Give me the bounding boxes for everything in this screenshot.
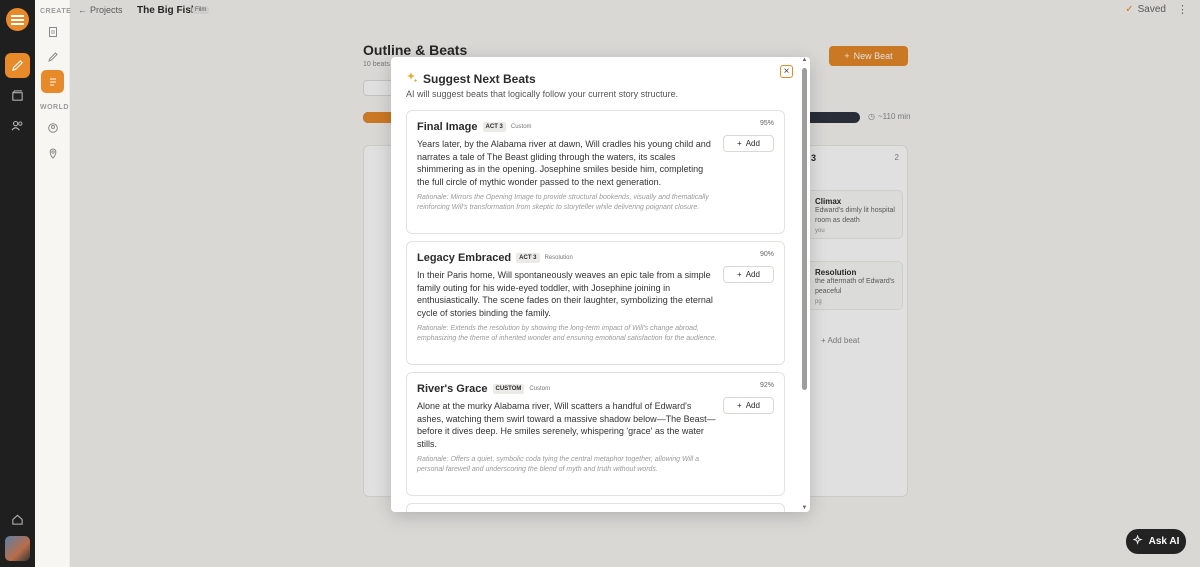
- suggestion-name: River's Grace: [417, 383, 488, 395]
- logo-icon[interactable]: [6, 8, 29, 31]
- pen-icon[interactable]: [5, 53, 30, 78]
- scroll-down-icon[interactable]: ▼: [801, 505, 808, 511]
- suggestion-rationale: Rationale: Mirrors the Opening Image to …: [417, 194, 709, 211]
- act-badge: ACT 3: [516, 253, 540, 263]
- edit-icon[interactable]: [41, 45, 64, 68]
- film-icon[interactable]: [5, 83, 30, 108]
- sparkle-icon: [1132, 533, 1144, 549]
- suggestion-header: Legacy Embraced ACT 3 Resolution: [417, 252, 573, 264]
- plus-icon: +: [737, 401, 742, 410]
- confidence-score: 90%: [759, 251, 774, 258]
- suggestion-card: River's Grace CUSTOM Custom 92% + Add Alo…: [406, 372, 785, 496]
- type-tag: Custom: [510, 124, 532, 130]
- act-badge: ACT 3: [482, 122, 506, 132]
- add-label: Add: [745, 270, 760, 279]
- add-label: Add: [745, 139, 760, 148]
- suggestion-rationale: Rationale: Extends the resolution by sho…: [417, 325, 717, 342]
- document-icon[interactable]: [41, 20, 64, 43]
- suggestion-header: Final Image ACT 3 Custom: [417, 121, 532, 133]
- modal-scrollbar[interactable]: ▲ ▼: [801, 57, 808, 512]
- suggestion-header: River's Grace CUSTOM Custom: [417, 383, 550, 395]
- character-icon[interactable]: [41, 116, 64, 139]
- add-suggestion-button[interactable]: + Add: [723, 135, 774, 152]
- create-section-label: CREATE: [40, 8, 72, 15]
- modal-title: Suggest Next Beats: [423, 72, 536, 86]
- add-label: Add: [745, 401, 760, 410]
- location-icon[interactable]: [41, 141, 64, 164]
- suggest-beats-modal: Suggest Next Beats AI will suggest beats…: [391, 57, 810, 512]
- scroll-up-icon[interactable]: ▲: [801, 57, 808, 63]
- suggestion-body: Years later, by the Alabama river at daw…: [417, 139, 711, 187]
- users-icon[interactable]: [5, 113, 30, 138]
- project-thumbnail[interactable]: [5, 536, 30, 561]
- modal-subtitle: AI will suggest beats that logically fol…: [406, 89, 679, 99]
- app-rail: [0, 0, 35, 567]
- home-icon[interactable]: [5, 507, 30, 532]
- add-suggestion-button[interactable]: + Add: [723, 397, 774, 414]
- suggestion-rationale: Rationale: Offers a quiet, symbolic coda…: [417, 456, 700, 473]
- sparkle-icon: [406, 70, 418, 88]
- suggestion-name: Final Image: [417, 121, 478, 133]
- scrollbar-thumb[interactable]: [802, 68, 807, 390]
- act-badge: CUSTOM: [492, 384, 525, 394]
- suggestion-body: Alone at the murky Alabama river, Will s…: [417, 401, 716, 449]
- world-section-label: WORLD: [40, 104, 69, 111]
- close-icon[interactable]: ×: [780, 65, 793, 78]
- plus-icon: +: [737, 139, 742, 148]
- type-tag: Custom: [529, 386, 551, 392]
- suggestion-body: In their Paris home, Will spontaneously …: [417, 270, 713, 318]
- suggestion-card: Legacy Embraced ACT 3 Resolution 90% + Ad…: [406, 241, 785, 365]
- plus-icon: +: [737, 270, 742, 279]
- suggestion-name: Legacy Embraced: [417, 252, 512, 264]
- confidence-score: 92%: [759, 382, 774, 389]
- ask-ai-label: Ask AI: [1148, 536, 1180, 547]
- confidence-score: 95%: [759, 120, 774, 127]
- suggestion-card: Final Image ACT 3 Custom 95% + Add Years …: [406, 110, 785, 234]
- add-suggestion-button[interactable]: + Add: [723, 266, 774, 283]
- outline-icon[interactable]: [41, 70, 64, 93]
- suggestion-card: [406, 503, 785, 512]
- secondary-sidebar: CREATE WORLD: [35, 0, 72, 567]
- type-tag: Resolution: [544, 255, 573, 261]
- ask-ai-button[interactable]: Ask AI: [1126, 529, 1186, 554]
- modal-header: Suggest Next Beats: [406, 70, 536, 88]
